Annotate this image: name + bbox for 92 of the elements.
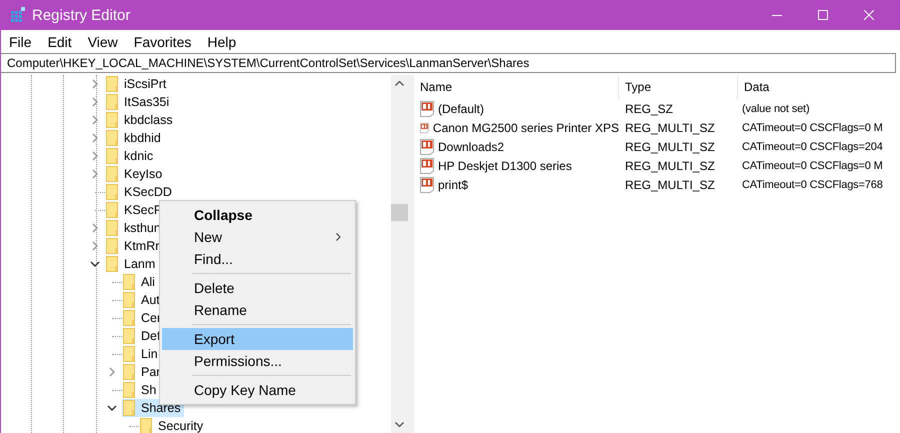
value-data: (value not set) [741, 102, 810, 114]
address-field[interactable]: Computer\HKEY_LOCAL_MACHINE\SYSTEM\CurrentControlSet\Services\LanmanServer\Shares [1, 53, 896, 73]
value-type: REG_MULTI_SZ [624, 140, 716, 154]
folder-icon [123, 328, 135, 344]
folder-icon [123, 400, 135, 416]
folder-icon [106, 238, 118, 254]
menu-item[interactable]: Find... [162, 248, 353, 270]
collapsed-chevron-icon[interactable] [90, 169, 100, 179]
folder-icon [106, 184, 118, 200]
tree-item[interactable]: iScsiPrt [105, 75, 170, 93]
tree-item[interactable]: Aut [122, 291, 163, 309]
menu-item[interactable]: Help [207, 34, 236, 50]
value-type: REG_MULTI_SZ [624, 178, 716, 192]
collapsed-chevron-icon[interactable] [90, 223, 100, 233]
tree-item[interactable]: kdnic [105, 147, 156, 165]
collapsed-chevron-icon[interactable] [107, 367, 117, 377]
menu-item[interactable]: Copy Key Name [162, 379, 353, 401]
value-data: CATimeout=0 CSCFlags=204 [741, 140, 884, 152]
folder-icon [123, 346, 135, 362]
menu-item[interactable]: Collapse [162, 204, 353, 226]
folder-icon [123, 292, 135, 308]
tree-item[interactable]: Lanm [105, 255, 158, 273]
value-type: REG_MULTI_SZ [624, 158, 716, 172]
folder-icon [106, 130, 118, 146]
folder-icon [123, 274, 135, 290]
value-name[interactable]: Downloads2 [438, 140, 504, 154]
folder-icon [123, 364, 135, 380]
column-header[interactable]: Name [414, 75, 619, 99]
string-value-icon [420, 158, 434, 174]
tree-item[interactable]: Sh [122, 381, 160, 399]
value-name[interactable]: (Default) [438, 102, 484, 116]
tree-item[interactable]: Cer [122, 309, 164, 327]
collapsed-chevron-icon[interactable] [90, 97, 100, 107]
menu-item[interactable]: New [162, 226, 353, 248]
folder-icon [106, 148, 118, 164]
expanded-chevron-icon[interactable] [107, 403, 117, 413]
value-data: CATimeout=0 CSCFlags=0 M [741, 160, 884, 172]
folder-icon [106, 112, 118, 128]
tree-item[interactable]: ItSas35i [105, 93, 172, 111]
value-name[interactable]: print$ [438, 178, 468, 192]
tree-item[interactable]: Par [122, 363, 164, 381]
folder-icon [106, 94, 118, 110]
string-value-icon [420, 100, 434, 116]
menu-item[interactable]: Permissions... [162, 350, 353, 372]
folder-icon [106, 256, 118, 272]
folder-icon [106, 166, 118, 182]
collapsed-chevron-icon[interactable] [90, 79, 100, 89]
menu-item[interactable]: Rename [162, 299, 353, 321]
string-value-icon [420, 176, 434, 192]
value-data: CATimeout=0 CSCFlags=768 [741, 178, 884, 190]
tree-item[interactable]: Security [139, 417, 206, 433]
collapsed-chevron-icon[interactable] [90, 241, 100, 251]
column-header[interactable]: Data [738, 75, 900, 99]
tree-item[interactable]: Lin [122, 345, 161, 363]
value-type: REG_SZ [624, 102, 674, 116]
menu-item[interactable]: Favorites [134, 34, 192, 50]
close-icon [864, 10, 874, 20]
menu-item[interactable]: View [88, 34, 118, 50]
string-value-icon [420, 138, 434, 154]
collapsed-chevron-icon[interactable] [90, 151, 100, 161]
value-type: REG_MULTI_SZ [624, 120, 716, 134]
folder-icon [106, 76, 118, 92]
folder-icon [123, 310, 135, 326]
menu-item[interactable]: Delete [162, 277, 353, 299]
folder-icon [106, 202, 118, 218]
tree-item[interactable]: kbdclass [105, 111, 176, 129]
window-title: Registry Editor [32, 6, 130, 24]
menu-item[interactable]: File [9, 34, 32, 50]
expanded-chevron-icon[interactable] [90, 259, 100, 269]
minimize-icon [772, 14, 782, 16]
collapsed-chevron-icon[interactable] [90, 115, 100, 125]
folder-icon [140, 418, 152, 433]
scroll-thumb[interactable] [391, 204, 408, 221]
scrollbar[interactable] [391, 75, 408, 433]
tree-item[interactable]: KSecDD [105, 183, 175, 201]
tree-item[interactable]: Ali [122, 273, 158, 291]
tree-item[interactable]: KtmRr [105, 237, 162, 255]
value-data: CATimeout=0 CSCFlags=0 M [741, 122, 884, 134]
collapsed-chevron-icon[interactable] [90, 133, 100, 143]
column-header[interactable]: Type [619, 75, 738, 99]
tree-item[interactable]: KeyIso [105, 165, 166, 183]
value-name[interactable]: HP Deskjet D1300 series [438, 158, 572, 172]
tree-item[interactable]: kbdhid [105, 129, 164, 147]
folder-icon [106, 220, 118, 236]
value-name[interactable]: Canon MG2500 series Printer XPS [432, 120, 619, 134]
maximize-icon [818, 10, 828, 20]
scroll-up-icon[interactable] [395, 81, 404, 86]
folder-icon [123, 382, 135, 398]
scroll-down-icon[interactable] [395, 422, 404, 427]
menu-item[interactable]: Edit [48, 34, 72, 50]
menu-item[interactable]: Export [162, 328, 353, 350]
registry-cubes-icon [10, 7, 26, 23]
